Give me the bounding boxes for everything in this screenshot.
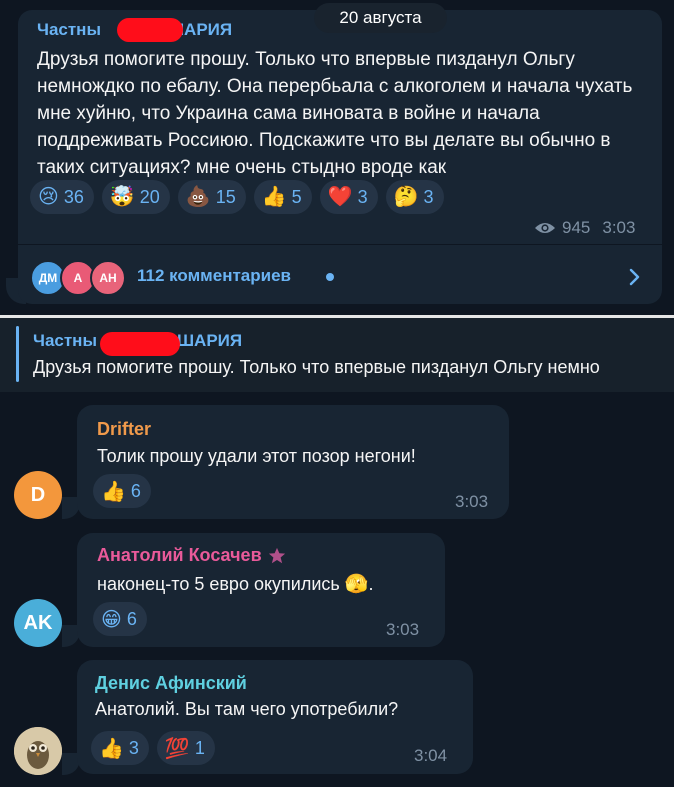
hundred-points-icon: 💯: [164, 737, 190, 760]
comment-text: наконец-то 5 евро окупились 🫣.: [97, 574, 374, 595]
thinking-face-icon: 🤔: [393, 186, 419, 208]
grinning-face-icon: 😁: [101, 608, 122, 631]
thumbs-up-icon: 👍: [101, 480, 126, 503]
reaction-exploding-head[interactable]: 🤯 20: [101, 180, 170, 214]
date-badge: 20 августа: [314, 3, 447, 33]
avatar[interactable]: [14, 727, 62, 775]
reaction-thumbs-up[interactable]: 👍 6: [93, 474, 151, 508]
reaction-thumbs-up[interactable]: 👍 3: [91, 731, 149, 765]
comment-text: Анатолий. Вы там чего употребили?: [95, 699, 399, 719]
pinned-text: Друзья помогите прошу. Только что впервы…: [33, 357, 600, 377]
reaction-hundred[interactable]: 💯 1: [156, 731, 215, 765]
comment-time: 3:03: [386, 620, 420, 639]
reaction-crying[interactable]: 😢 36: [30, 180, 94, 214]
comment-reactions: 👍 3 💯 1: [91, 731, 215, 765]
poop-icon: 💩: [185, 186, 211, 208]
pinned-accent-bar: [16, 326, 19, 382]
comment-text: Толик прошу удали этот позор негони!: [97, 446, 416, 466]
comment-time: 3:04: [414, 746, 448, 765]
reaction-poop[interactable]: 💩 15: [177, 180, 246, 214]
redaction-mark: [117, 18, 183, 42]
chevron-right-icon: [629, 268, 640, 286]
comments-button[interactable]: ДМ А АН 112 комментариев: [30, 258, 662, 296]
comment-time: 3:03: [455, 492, 489, 511]
premium-star-icon: [268, 547, 285, 563]
owl-icon: [14, 727, 62, 775]
reaction-thumbs-up[interactable]: 👍 5: [253, 180, 312, 214]
thumbs-up-icon: 👍: [261, 186, 287, 208]
comment-author[interactable]: Анатолий Косачев: [97, 545, 286, 566]
post-text: Друзья помогите прошу. Только что впервы…: [37, 49, 633, 178]
post-time: 3:03: [602, 218, 636, 237]
heart-icon: ❤️: [327, 186, 353, 208]
avatar[interactable]: AK: [14, 599, 62, 647]
commenter-avatar: АН: [90, 260, 126, 296]
comment-author[interactable]: Drifter: [97, 419, 151, 440]
thumbs-up-icon: 👍: [99, 737, 124, 760]
exploding-head-icon: 🤯: [109, 186, 135, 208]
reaction-thinking[interactable]: 🤔 3: [385, 180, 444, 214]
reaction-heart[interactable]: ❤️ 3: [319, 180, 378, 214]
unread-dot: [326, 273, 334, 281]
peeking-face-icon: 🫣: [344, 574, 369, 595]
post-divider: [18, 244, 662, 245]
reaction-grinning[interactable]: 😁 6: [93, 602, 147, 636]
comments-count-label: 112 комментариев: [137, 266, 291, 285]
avatar[interactable]: D: [14, 471, 62, 519]
eye-icon: [535, 223, 555, 233]
comment-author[interactable]: Денис Афинский: [95, 673, 247, 694]
post-meta: 945 3:03: [534, 218, 635, 238]
crying-face-icon: 😢: [38, 186, 59, 208]
pinned-reply-header[interactable]: [0, 318, 674, 392]
view-count: 945: [562, 218, 591, 237]
post-reactions: 😢 36 🤯 20 💩 15 👍 5 ❤️ 3 🤔 3: [30, 180, 444, 214]
redaction-mark: [100, 332, 180, 356]
